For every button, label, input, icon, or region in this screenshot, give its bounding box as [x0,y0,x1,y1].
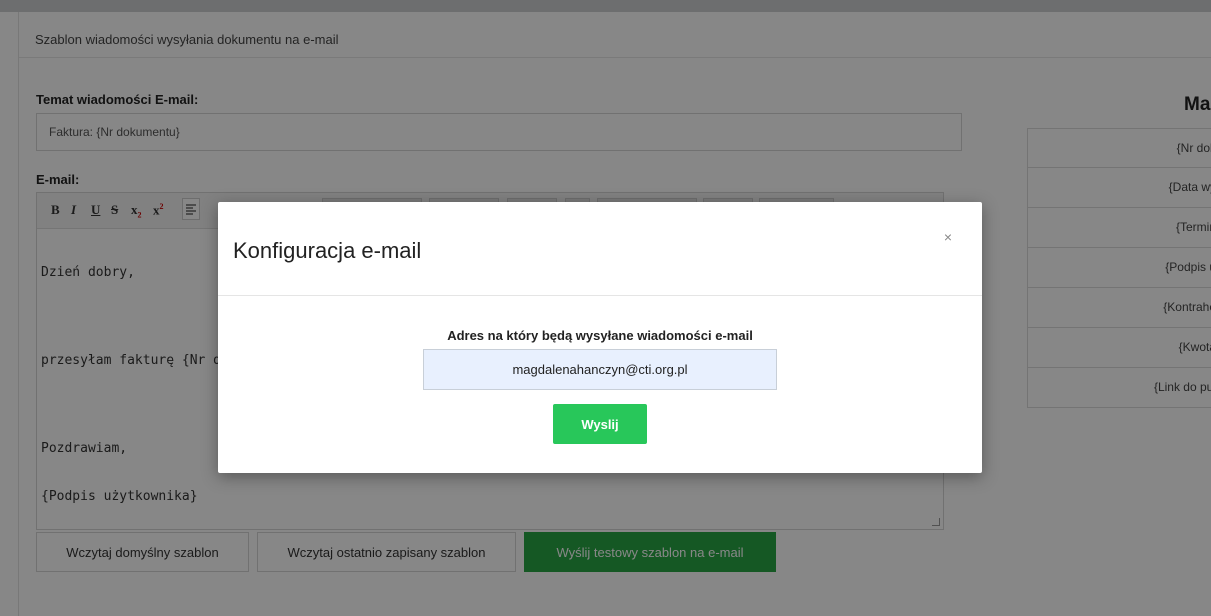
address-label: Adres na który będą wysyłane wiadomości … [447,328,753,343]
email-config-modal: Konfiguracja e-mail × Adres na który będ… [218,202,982,473]
modal-header: Konfiguracja e-mail × [218,202,982,296]
email-address-input[interactable]: magdalenahanczyn@cti.org.pl [423,349,777,390]
send-button[interactable]: Wyslij [553,404,647,444]
close-icon[interactable]: × [944,230,952,244]
modal-title: Konfiguracja e-mail [233,238,422,263]
